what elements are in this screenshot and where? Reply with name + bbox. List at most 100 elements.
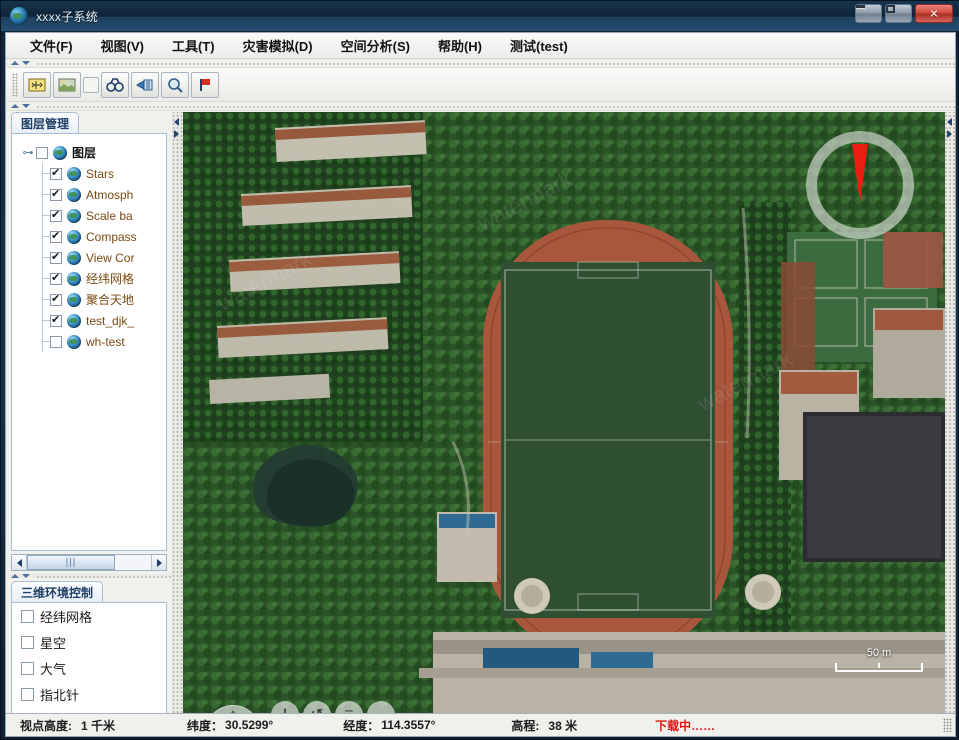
status-elevation-value: 38 米 — [548, 718, 578, 733]
checkbox-compass[interactable] — [21, 687, 34, 701]
tree-row-compass[interactable]: Compass — [12, 226, 166, 247]
tree-label: Scale ba — [86, 208, 133, 223]
toolbar-grip[interactable] — [12, 72, 18, 97]
tree-row-scalebar[interactable]: Scale ba — [12, 205, 166, 226]
checkbox-view-controls[interactable] — [50, 250, 62, 264]
flag-icon[interactable] — [191, 71, 219, 98]
globe-icon — [67, 334, 81, 349]
env-row-atmosphere[interactable]: 大气 — [12, 655, 166, 681]
measure-glyph — [136, 79, 153, 90]
left-splitter[interactable] — [172, 112, 183, 715]
expand-left-icon[interactable] — [947, 130, 952, 138]
tree-row-root[interactable]: ⊶ 图层 — [12, 142, 166, 163]
checkbox-atmosphere[interactable] — [21, 661, 34, 675]
client-area: 文件(F) 视图(V) 工具(T) 灾害模拟(D) 空间分析(S) 帮助(H) … — [5, 32, 956, 737]
checkbox-scalebar[interactable] — [50, 208, 62, 222]
globe-icon — [67, 166, 81, 181]
menu-disaster-simulation[interactable]: 灾害模拟(D) — [233, 32, 323, 59]
menu-spatial-analysis[interactable]: 空间分析(S) — [331, 32, 420, 59]
menu-tools[interactable]: 工具(T) — [162, 32, 225, 59]
tree-row-test-djk[interactable]: test_djk_ — [12, 310, 166, 331]
checkbox-atmosphere[interactable] — [50, 187, 62, 201]
menu-file[interactable]: 文件(F) — [20, 32, 83, 59]
scroll-track[interactable]: ||| — [27, 555, 151, 570]
menu-help[interactable]: 帮助(H) — [428, 32, 492, 59]
collapse-right-icon[interactable] — [947, 118, 952, 126]
globe-icon — [67, 292, 81, 307]
tree-label-root: 图层 — [72, 146, 97, 160]
tree-row-wh-test[interactable]: wh-test — [12, 331, 166, 352]
status-download-text: 下载中…… — [655, 718, 716, 733]
toolbar-rail-bottom[interactable] — [6, 102, 955, 111]
maximize-button[interactable] — [885, 4, 912, 23]
scroll-thumb[interactable]: ||| — [27, 555, 115, 570]
magnifier-icon[interactable] — [161, 71, 189, 98]
tree-label: Compass — [86, 229, 137, 244]
checkbox-stars[interactable] — [21, 635, 34, 649]
env-label: 大气 — [40, 661, 67, 677]
tree-label: Atmosph — [86, 187, 134, 202]
resize-grip[interactable] — [943, 718, 952, 732]
binoculars-icon[interactable] — [101, 71, 129, 98]
checkbox-root[interactable] — [36, 146, 48, 159]
tree-elbow — [36, 184, 50, 205]
compass-rose[interactable] — [806, 131, 914, 239]
tree-label: Stars — [86, 166, 115, 181]
checkbox-stars[interactable] — [50, 166, 62, 180]
scroll-left-button[interactable] — [12, 555, 27, 570]
env-row-compass[interactable]: 指北针 — [12, 681, 166, 707]
menu-view[interactable]: 视图(V) — [91, 32, 154, 59]
scroll-right-button[interactable] — [151, 555, 166, 570]
tree-elbow — [36, 163, 50, 184]
status-eye-altitude-label: 视点高度: — [20, 718, 72, 733]
map-image-icon[interactable] — [53, 71, 81, 98]
env-row-stars[interactable]: 星空 — [12, 629, 166, 655]
map-viewport[interactable]: watermark watermark watermark ≡ 50 m — [183, 112, 945, 715]
tree-row-view-controls[interactable]: View Cor — [12, 247, 166, 268]
rail-down-arrow-2[interactable] — [22, 104, 30, 108]
map-image-glyph — [58, 78, 76, 91]
tab-layer-management[interactable]: 图层管理 — [11, 112, 80, 133]
minimize-button[interactable] — [855, 4, 882, 23]
toolbar — [6, 68, 955, 102]
status-bar: 视点高度: 1 千米 纬度： 30.5299° 经度： 114.3557° 高程… — [6, 713, 955, 736]
status-latitude: 纬度： 30.5299° — [187, 717, 273, 734]
add-layer-icon[interactable] — [23, 71, 51, 98]
status-longitude-label: 经度： — [343, 718, 380, 733]
blank-icon[interactable] — [83, 76, 99, 93]
globe-icon — [10, 7, 28, 25]
toolbar-rail-top[interactable] — [6, 59, 955, 68]
tree-label: wh-test — [86, 334, 125, 349]
env-row-graticule[interactable]: 经纬网格 — [12, 603, 166, 629]
expand-right-icon[interactable] — [174, 130, 179, 138]
layer-tree-hscrollbar[interactable]: ||| — [11, 554, 167, 571]
rail-up-arrow[interactable] — [11, 61, 19, 65]
right-splitter[interactable] — [945, 112, 955, 715]
collapse-left-icon[interactable] — [174, 118, 179, 126]
window-title: xxxx子系统 — [36, 9, 99, 24]
rail-up-arrow-2[interactable] — [11, 104, 19, 108]
menu-bar: 文件(F) 视图(V) 工具(T) 灾害模拟(D) 空间分析(S) 帮助(H) … — [6, 33, 955, 59]
tree-label: View Cor — [86, 250, 135, 265]
rail-down-arrow[interactable] — [22, 61, 30, 65]
add-layer-glyph — [28, 78, 46, 91]
checkbox-compass[interactable] — [50, 229, 62, 243]
checkbox-test-djk[interactable] — [50, 313, 62, 327]
tree-row-stars[interactable]: Stars — [12, 163, 166, 184]
checkbox-graticule[interactable] — [50, 271, 62, 285]
expand-toggle-icon[interactable]: ⊶ — [20, 146, 36, 159]
measure-icon[interactable] — [131, 71, 159, 98]
menu-test[interactable]: 测试(test) — [500, 32, 578, 59]
tree-row-atmosphere[interactable]: Atmosph — [12, 184, 166, 205]
status-longitude-value: 114.3557° — [381, 718, 436, 732]
status-latitude-value: 30.5299° — [225, 718, 274, 732]
checkbox-wh-test[interactable] — [50, 335, 62, 348]
checkbox-graticule[interactable] — [21, 609, 34, 623]
tree-row-tianditu[interactable]: 聚合天地 — [12, 289, 166, 310]
application-window: xxxx子系统 ✕ 文件(F) 视图(V) 工具(T) 灾害模拟(D) 空间分析… — [0, 0, 959, 740]
checkbox-tianditu[interactable] — [50, 292, 62, 306]
tab-3d-environment[interactable]: 三维环境控制 — [11, 581, 104, 602]
tree-elbow — [36, 310, 50, 331]
tree-row-graticule[interactable]: 经纬网格 — [12, 268, 166, 289]
close-button[interactable]: ✕ — [915, 4, 953, 23]
